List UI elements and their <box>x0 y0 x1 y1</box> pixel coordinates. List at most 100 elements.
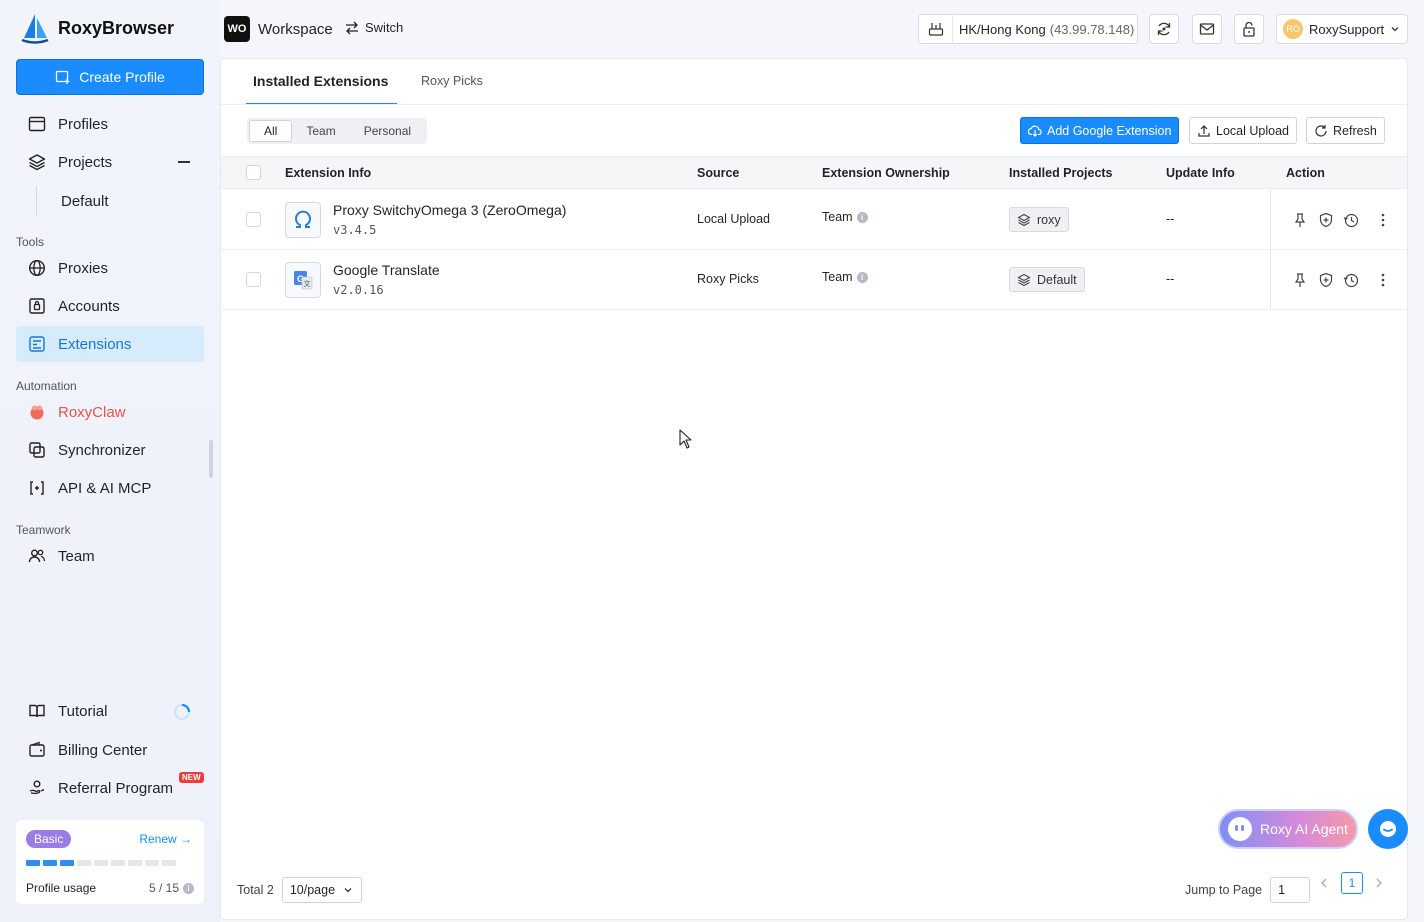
col-installed-projects: Installed Projects <box>1009 166 1113 180</box>
sidebar-item-referral[interactable]: Referral Program <box>16 770 204 806</box>
usage-segment <box>111 860 125 866</box>
sidebar-item-label: Proxies <box>58 259 109 277</box>
extension-source: Roxy Picks <box>697 272 759 286</box>
cloud-download-icon <box>1028 125 1042 137</box>
omega-icon <box>285 202 321 238</box>
upload-icon <box>1198 124 1210 137</box>
sidebar-item-extensions[interactable]: Extensions <box>16 326 204 362</box>
sync-button[interactable] <box>1149 14 1179 44</box>
sailboat-logo-icon <box>21 14 49 44</box>
workspace-selector[interactable]: WO Workspace <box>224 16 333 42</box>
sidebar-item-tutorial[interactable]: Tutorial <box>16 693 204 729</box>
mail-icon <box>1199 23 1215 35</box>
collapse-icon[interactable] <box>178 161 190 163</box>
more-icon[interactable] <box>1375 212 1391 228</box>
local-upload-button[interactable]: Local Upload <box>1189 117 1297 144</box>
sidebar-item-synchronizer[interactable]: Synchronizer <box>16 432 204 468</box>
proxy-status[interactable]: HK/Hong Kong (43.99.78.148) <box>918 14 1138 44</box>
extension-name: Google Translate <box>333 262 440 278</box>
total-count: Total 2 <box>237 883 274 897</box>
row-checkbox[interactable] <box>246 272 261 287</box>
main-panel: Installed Extensions Roxy Picks All Team… <box>220 58 1408 920</box>
filter-team[interactable]: Team <box>292 120 349 142</box>
tab-installed-extensions[interactable]: Installed Extensions <box>253 73 388 89</box>
sidebar-item-label: Accounts <box>58 297 120 315</box>
table-row: G文 Google Translate v2.0.16 Roxy Picks T… <box>221 250 1407 310</box>
update-info: -- <box>1166 272 1175 286</box>
sidebar-item-profiles[interactable]: Profiles <box>16 106 204 142</box>
more-icon[interactable] <box>1375 272 1391 288</box>
avatar: RO <box>1283 19 1303 39</box>
filter-personal[interactable]: Personal <box>350 120 425 142</box>
swap-icon <box>346 21 358 34</box>
extension-name: Proxy SwitchyOmega 3 (ZeroOmega) <box>333 202 567 218</box>
add-profile-icon <box>56 70 70 84</box>
row-checkbox[interactable] <box>246 212 261 227</box>
ai-agent-button[interactable]: Roxy AI Agent <box>1218 809 1358 849</box>
action-divider <box>1270 190 1271 250</box>
chat-button[interactable] <box>1368 809 1408 849</box>
usage-label: Profile usage <box>26 881 97 895</box>
sidebar-item-api[interactable]: API & AI MCP <box>16 470 204 506</box>
add-google-extension-button[interactable]: Add Google Extension <box>1020 117 1180 144</box>
lock-icon <box>1243 21 1255 37</box>
sidebar-item-accounts[interactable]: Accounts <box>16 288 204 324</box>
filter-segment: All Team Personal <box>247 118 428 144</box>
loading-spinner-icon <box>173 703 191 721</box>
sidebar-item-billing[interactable]: Billing Center <box>16 732 204 768</box>
history-icon[interactable] <box>1343 212 1359 228</box>
sidebar-subitem-default[interactable]: Default <box>36 186 109 216</box>
sidebar-item-projects[interactable]: Projects <box>16 144 204 180</box>
page-button-current[interactable]: 1 <box>1341 872 1363 894</box>
renew-link[interactable]: Renew → <box>139 832 192 846</box>
book-icon <box>29 704 45 718</box>
api-icon <box>30 481 44 495</box>
pin-icon[interactable] <box>1292 272 1308 288</box>
extensions-icon <box>29 336 45 352</box>
create-profile-button[interactable]: Create Profile <box>16 59 204 95</box>
jump-page-input[interactable]: 1 <box>1270 877 1311 903</box>
usage-segment <box>26 860 40 866</box>
layers-icon <box>28 154 46 171</box>
filter-all[interactable]: All <box>249 120 293 142</box>
shield-icon[interactable] <box>1318 212 1334 228</box>
user-menu[interactable]: RO RoxySupport <box>1276 14 1408 44</box>
pin-icon[interactable] <box>1292 212 1308 228</box>
select-all-checkbox[interactable] <box>246 165 261 180</box>
usage-segment <box>77 860 91 866</box>
switch-label: Switch <box>365 20 404 35</box>
ai-agent-label: Roxy AI Agent <box>1260 821 1348 837</box>
sidebar-item-label: API & AI MCP <box>58 479 152 497</box>
sidebar-item-roxyclaw[interactable]: RoxyClaw <box>16 394 204 430</box>
mail-button[interactable] <box>1192 14 1222 44</box>
google-translate-icon: G文 <box>285 262 321 298</box>
project-tag[interactable]: roxy <box>1009 207 1069 232</box>
sidebar-item-team[interactable]: Team <box>16 538 204 574</box>
chevron-left-icon[interactable] <box>1318 877 1330 889</box>
project-name: roxy <box>1037 212 1061 227</box>
jump-to-page: Jump to Page 1 <box>1185 877 1311 903</box>
tab-roxy-picks[interactable]: Roxy Picks <box>421 74 483 88</box>
tab-divider <box>221 104 1407 105</box>
chevron-right-icon[interactable] <box>1373 877 1385 889</box>
shield-icon[interactable] <box>1318 272 1334 288</box>
referral-icon <box>29 780 45 795</box>
usage-value: 5 / 15 i <box>149 881 194 895</box>
info-icon[interactable]: i <box>856 271 868 283</box>
info-icon[interactable]: i <box>183 882 194 894</box>
info-icon[interactable]: i <box>856 211 868 223</box>
refresh-button[interactable]: Refresh <box>1306 117 1385 144</box>
new-badge: NEW <box>179 772 204 783</box>
app-logo[interactable]: RoxyBrowser <box>20 12 174 44</box>
refresh-icon <box>1315 124 1327 137</box>
switch-workspace-button[interactable]: Switch <box>345 20 403 35</box>
sidebar-item-label: Extensions <box>58 335 132 353</box>
team-icon <box>28 549 46 563</box>
section-tools: Tools <box>16 235 45 249</box>
page-size-select[interactable]: 10/page <box>281 877 362 903</box>
project-tag[interactable]: Default <box>1009 267 1085 292</box>
history-icon[interactable] <box>1343 272 1359 288</box>
sidebar-scrollbar[interactable] <box>209 440 213 478</box>
lock-button[interactable] <box>1234 14 1264 44</box>
sidebar-item-proxies[interactable]: Proxies <box>16 250 204 286</box>
